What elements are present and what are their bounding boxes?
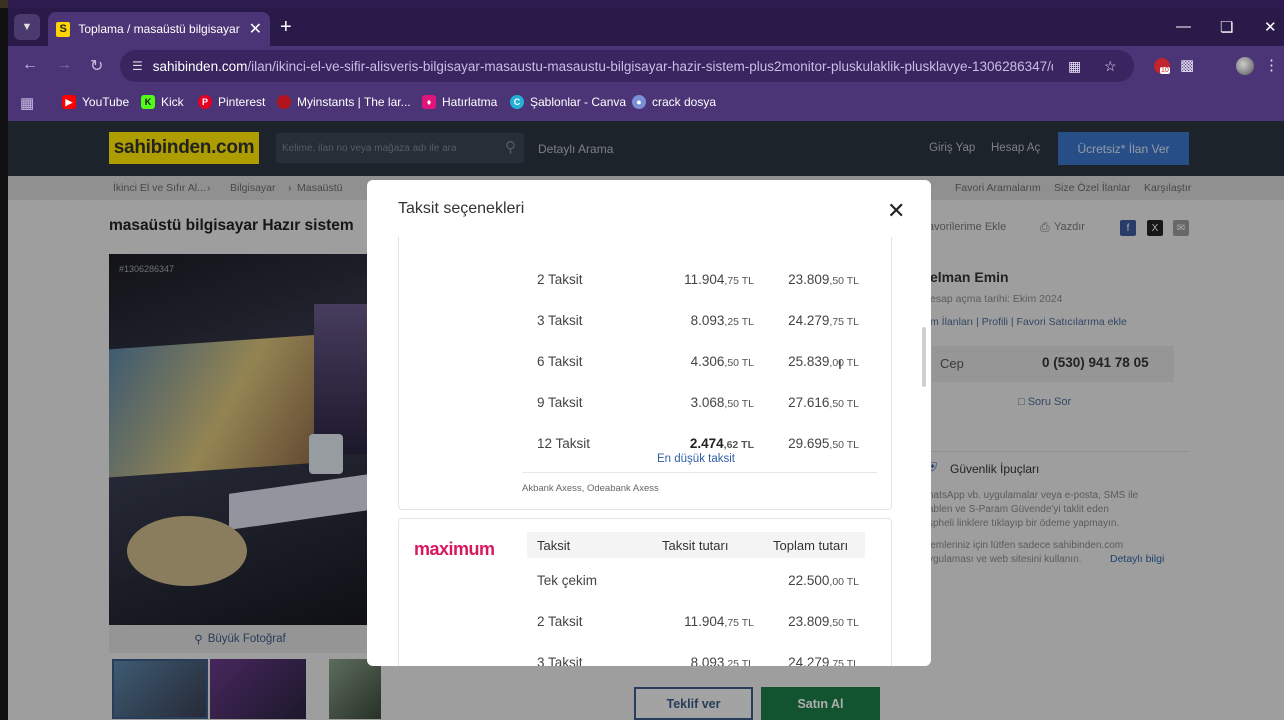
profile-avatar[interactable]: [1236, 57, 1254, 75]
extension-badge: 10: [1160, 67, 1170, 74]
tab-bar: ▼ S Toplama / masaüstü bilgisayar ✕ + — …: [8, 8, 1284, 46]
bank-card-axess: 2 Taksit 11.904,75 TL 23.809,50 TL 3 Tak…: [398, 237, 892, 510]
table-row: 2 Taksit 11.904,75 TL 23.809,50 TL: [537, 614, 859, 629]
hatirlatma-icon: ♦: [422, 95, 436, 109]
tab-title: Toplama / masaüstü bilgisayar: [78, 22, 240, 36]
apps-grid-icon[interactable]: ▦: [20, 94, 34, 112]
maximum-logo: maximum: [414, 539, 495, 559]
window-close-icon[interactable]: ✕: [1264, 18, 1277, 36]
myinstants-icon: [277, 95, 291, 109]
installment-modal: Taksit seçenekleri ✕ 2 Taksit 11.904,75 …: [367, 180, 931, 666]
globe-icon: ●: [632, 95, 646, 109]
tab-search-dropdown-icon[interactable]: ▼: [14, 14, 40, 40]
forward-arrow-icon[interactable]: →: [56, 56, 72, 74]
header-installment: Taksit: [537, 538, 571, 553]
table-row: Tek çekim 22.500,00 TL: [537, 573, 859, 588]
close-icon[interactable]: ✕: [887, 198, 905, 224]
browser-menu-icon[interactable]: ⋮: [1264, 56, 1279, 74]
table-header: Taksit Taksit tutarı Toplam tutarı: [527, 532, 865, 558]
header-total-amount: Toplam tutarı: [773, 538, 849, 553]
bookmark-hatirlatma[interactable]: ♦ Hatırlatma: [422, 95, 497, 109]
lowest-installment-note: En düşük taksit: [657, 453, 735, 465]
url-omnibox[interactable]: ☰ sahibinden.com/ilan/ikinci-el-ve-sifir…: [120, 50, 1134, 82]
new-tab-plus-icon[interactable]: +: [280, 16, 292, 39]
tab-active[interactable]: S Toplama / masaüstü bilgisayar ✕: [48, 12, 270, 46]
text-cursor-icon: I: [838, 356, 842, 372]
reload-icon[interactable]: ↻: [90, 56, 103, 76]
bookmark-kick[interactable]: K Kick: [141, 95, 184, 109]
bank-names: Akbank Axess, Odeabank Axess: [522, 483, 659, 494]
extensions-puzzle-icon[interactable]: ▩: [1180, 56, 1194, 74]
bookmark-star-icon[interactable]: ☆: [1104, 58, 1117, 75]
pinterest-icon: P: [198, 95, 212, 109]
youtube-icon: ▶: [62, 95, 76, 109]
table-row: 9 Taksit 3.068,50 TL 27.616,50 TL: [537, 395, 859, 410]
minimize-icon[interactable]: —: [1176, 18, 1191, 35]
bookmark-myinstants[interactable]: Myinstants | The lar...: [277, 95, 411, 109]
table-row: 6 Taksit 4.306,50 TL 25.839,00 TL: [537, 354, 859, 369]
bookmark-youtube[interactable]: ▶ YouTube: [62, 95, 129, 109]
url-text[interactable]: sahibinden.com/ilan/ikinci-el-ve-sifir-a…: [153, 59, 1053, 74]
modal-body[interactable]: 2 Taksit 11.904,75 TL 23.809,50 TL 3 Tak…: [367, 237, 931, 666]
back-arrow-icon[interactable]: ←: [22, 56, 38, 74]
divider: [522, 472, 877, 473]
modal-title: Taksit seçenekleri: [398, 200, 525, 217]
bank-card-maximum: maximum Taksit Taksit tutarı Toplam tuta…: [398, 518, 892, 666]
bookmarks-bar: ▦ ▶ YouTube K Kick P Pinterest Myinstant…: [8, 86, 1284, 121]
table-row: 3 Taksit 8.093,25 TL 24.279,75 TL: [537, 655, 859, 666]
bookmark-crack-dosya[interactable]: ● crack dosya: [632, 95, 716, 109]
bookmark-pinterest[interactable]: P Pinterest: [198, 95, 265, 109]
modal-scrollbar[interactable]: [922, 327, 926, 387]
address-bar: ← → ↻ ☰ sahibinden.com/ilan/ikinci-el-ve…: [8, 46, 1284, 86]
table-row: 3 Taksit 8.093,25 TL 24.279,75 TL: [537, 313, 859, 328]
table-row-lowest: 12 Taksit 2.474,62 TL 29.695,50 TL: [537, 436, 859, 451]
restore-icon[interactable]: ❏: [1220, 18, 1233, 36]
canva-icon: C: [510, 95, 524, 109]
browser-chrome: ▼ S Toplama / masaüstü bilgisayar ✕ + — …: [8, 0, 1284, 121]
bookmark-canva[interactable]: C Şablonlar - Canva: [510, 95, 626, 109]
kick-icon: K: [141, 95, 155, 109]
table-row: 2 Taksit 11.904,75 TL 23.809,50 TL: [537, 272, 859, 287]
header-installment-amount: Taksit tutarı: [662, 538, 729, 553]
site-favicon-icon: S: [56, 21, 71, 37]
translate-icon[interactable]: ▦: [1068, 58, 1081, 75]
site-info-icon[interactable]: ☰: [132, 59, 143, 73]
tab-close-icon[interactable]: ✕: [249, 19, 262, 39]
